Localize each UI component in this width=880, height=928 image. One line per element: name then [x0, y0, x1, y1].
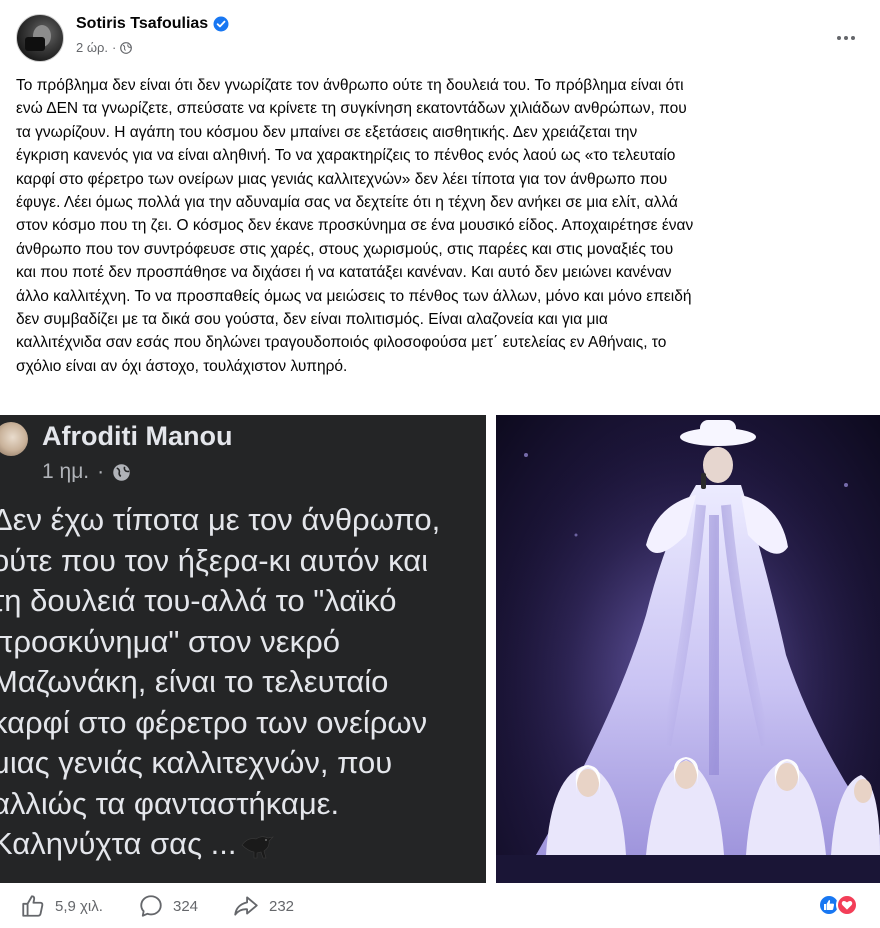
screenshot-text-line: Καληνύχτα σας ... — [0, 826, 237, 861]
screenshot-text-line: τη δουλειά του-αλλά το "λαϊκό — [0, 583, 397, 618]
screenshot-text-last-line: Καληνύχτα σας ... — [0, 824, 440, 865]
crow-icon — [242, 836, 275, 859]
share-count: 232 — [269, 897, 295, 915]
screenshot-text-line: ούτε που τον ήξερα-κι αυτόν και — [0, 542, 429, 578]
comment-count: 324 — [173, 897, 199, 915]
screenshot-time: 1 ημ. — [42, 460, 90, 483]
post-text-line: σχόλιο είναι αν όχι άστοχο, τουλάχιστον … — [16, 357, 348, 375]
love-reaction-icon — [836, 894, 858, 916]
post-actions-bar: 5,9 χιλ. 324 232 — [0, 883, 880, 928]
post-text-line: Το πρόβλημα δεν είναι ότι δεν γνωρίζατε … — [16, 77, 684, 94]
screenshot-text-line: προσκύνημα" στον νεκρό — [0, 623, 340, 659]
post-media[interactable]: Afroditi Manou 1 ημ. · Δεν έχω τίποτα με… — [0, 415, 880, 883]
screenshot-text-line: Δεν έχω τίποτα με τον άνθρωπο, — [0, 502, 441, 537]
more-options-icon[interactable] — [834, 26, 858, 50]
screenshot-text-line: μιας γενιάς καλλιτεχνών, που — [0, 745, 393, 780]
screenshot-text-line: καρφί στο φέρετρο των ονείρων — [0, 704, 428, 740]
post-text-line: καρφί στο φέρετρο των ονείρων μιας γενιά… — [16, 170, 668, 188]
screenshot-author: Afroditi Manou — [42, 421, 233, 451]
post-text-line: άλλο καλλιτέχνη. Το να προσπαθείς όμως ν… — [16, 287, 692, 305]
like-button[interactable]: 5,9 χιλ. — [20, 893, 103, 919]
screenshot-separator: · — [97, 460, 105, 483]
like-count: 5,9 χιλ. — [55, 897, 103, 915]
post-text-line: και που ποτέ δεν προσπάθησε να διχάσει ή… — [16, 264, 672, 282]
reaction-summary[interactable] — [818, 894, 862, 918]
globe-icon — [120, 41, 133, 54]
post-text-line: ενώ ΔΕΝ τα γνωρίζετε, σπεύσατε να κρίνετ… — [16, 100, 687, 118]
post-text: Το πρόβλημα δεν είναι ότι δεν γνωρίζατε … — [16, 74, 868, 378]
post-meta: 2 ώρ. · — [76, 40, 133, 55]
post-text-line: έγκριση κανενός για να είναι αληθινή. Το… — [16, 147, 676, 165]
verified-badge-icon — [213, 16, 229, 32]
comment-button[interactable]: 324 — [138, 893, 198, 919]
author-name-row: Sotiris Tsafoulias — [76, 15, 229, 33]
post-text-line: τα γνωρίζουν. Η αγάπη του κόσμου δεν μπα… — [16, 123, 638, 141]
meta-separator: · — [112, 40, 117, 55]
post-time[interactable]: 2 ώρ. — [76, 40, 108, 55]
stage-performer-photo[interactable] — [496, 415, 880, 883]
author-avatar[interactable] — [16, 14, 64, 62]
screenshot-meta: 1 ημ. · — [42, 460, 131, 484]
performer-illustration — [496, 415, 880, 883]
embedded-screenshot[interactable]: Afroditi Manou 1 ημ. · Δεν έχω τίποτα με… — [0, 415, 486, 883]
screenshot-text-line: Μαζωνάκη, είναι το τελευταίο — [0, 664, 389, 699]
post-text-line: δεν συμβαδίζει με τα δικά σου γούστα, δε… — [16, 311, 608, 329]
post-text-line: στον κόσμο που τη ζει. Ο κόσμος δεν έκαν… — [16, 217, 694, 235]
screenshot-text: Δεν έχω τίποτα με τον άνθρωπο, ούτε που … — [0, 500, 440, 865]
globe-icon — [113, 463, 130, 481]
screenshot-text-line: αλλιώς τα φανταστήκαμε. — [0, 785, 340, 821]
share-button[interactable]: 232 — [232, 893, 294, 919]
author-name[interactable]: Sotiris Tsafoulias — [76, 15, 208, 33]
share-icon — [234, 896, 258, 916]
post-header: Sotiris Tsafoulias 2 ώρ. · — [16, 12, 864, 64]
comment-icon — [140, 895, 162, 917]
post-text-line: καλλιτέχνιδα σαν εσάς που δηλώνει τραγου… — [16, 334, 667, 352]
post-text-line: έφυγε. Λέει όμως πολλά για την αδυναμία … — [16, 194, 678, 212]
thumbs-up-icon — [22, 895, 44, 917]
post-text-line: άνθρωπο που τον συντρόφευσε στις χαρές, … — [16, 240, 674, 258]
screenshot-avatar — [0, 422, 28, 456]
